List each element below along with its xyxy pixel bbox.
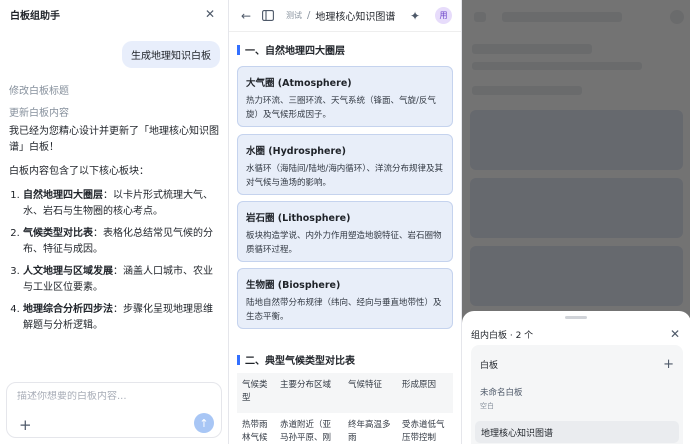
sheet-title: 组内白板 · 2 个 xyxy=(471,330,534,341)
table-cell: 热带雨林气候 xyxy=(242,420,268,443)
avatar[interactable]: 用 xyxy=(435,7,452,24)
table-header: 主要分布区域 xyxy=(275,373,343,413)
card-desc: 热力环流、三圈环流、天气系统（锋面、气旋/反气旋）及气候形成因子。 xyxy=(246,96,436,120)
close-icon[interactable]: ✕ xyxy=(202,6,218,22)
board-item-name: 地理核心知识图谱 xyxy=(481,428,554,439)
plus-icon[interactable]: + xyxy=(19,416,32,434)
sparkle-icon[interactable]: ✦ xyxy=(407,8,423,24)
table-header: 气候特征 xyxy=(343,373,397,413)
section-title: 二、典型气候类型对比表 xyxy=(245,356,355,367)
sidebar-toggle-icon[interactable] xyxy=(260,8,276,24)
table-row: 热带雨林气候 赤道附近（亚马孙平原、刚果盆地） 终年高温多雨 受赤道低气压带控制 xyxy=(237,413,453,444)
answer-list: 自然地理四大圈层：以卡片形式梳理大气、水、岩石与生物圈的核心考点。 气候类型对比… xyxy=(9,188,221,334)
table-header: 气候类型 xyxy=(237,373,275,413)
card-title: 生物圈 (Biosphere) xyxy=(246,280,341,291)
group-header: 白板 + xyxy=(480,357,674,372)
history-item-rename[interactable]: 修改白板标题 xyxy=(9,82,69,97)
user-message: 生成地理知识白板 xyxy=(122,41,220,68)
table-header: 形成原因 xyxy=(397,373,453,413)
assistant-panel: 白板组助手 ✕ 生成地理知识白板 修改白板标题 更新白板内容 我已经为您精心设计… xyxy=(0,0,229,444)
card-title: 大气圈 (Atmosphere) xyxy=(246,78,352,89)
point-head: 人文地理与区域发展 xyxy=(23,266,113,277)
prompt-input[interactable] xyxy=(17,391,207,402)
card-atmosphere[interactable]: 大气圈 (Atmosphere) 热力环流、三圈环流、天气系统（锋面、气旋/反气… xyxy=(237,66,453,127)
breadcrumb-parent[interactable]: 测试 xyxy=(286,10,302,21)
card-title: 水圈 (Hydrosphere) xyxy=(246,146,346,157)
board-sheet: 组内白板 · 2 个 ✕ 白板 + 未命名白板 空白 地理核心知识图谱 xyxy=(462,311,690,444)
board-list-panel: 组内白板 · 2 个 ✕ 白板 + 未命名白板 空白 地理核心知识图谱 xyxy=(461,0,690,444)
card-desc: 板块构造学说、内外力作用塑造地貌特征、岩石圈物质循环过程。 xyxy=(246,231,442,255)
table-cell: 赤道附近（亚马孙平原、刚果盆地） xyxy=(280,420,332,443)
card-title: 岩石圈 (Lithosphere) xyxy=(246,213,351,224)
section-heading: 一、自然地理四大圈层 xyxy=(237,42,345,57)
arrow-up-icon: ↑ xyxy=(199,416,209,430)
answer-intro: 我已经为您精心设计并更新了「地理核心知识图谱」白板！ xyxy=(9,126,219,153)
list-item: 人文地理与区域发展：涵盖人口城市、农业与工业区位要素。 xyxy=(23,264,221,296)
board-item-subtitle: 空白 xyxy=(480,402,494,410)
climate-table: 气候类型 主要分布区域 气候特征 形成原因 热带雨林气候 赤道附近（亚马孙平原、… xyxy=(237,373,453,444)
assistant-answer: 我已经为您精心设计并更新了「地理核心知识图谱」白板！ 白板内容包含了以下核心板块… xyxy=(9,124,221,340)
close-icon[interactable]: ✕ xyxy=(667,326,683,342)
section-accent-bar xyxy=(237,44,240,55)
group-label: 白板 xyxy=(480,361,499,371)
whiteboard-topbar: ← 测试 / 地理核心知识图谱 ✦ 用 xyxy=(229,0,461,32)
answer-lead: 白板内容包含了以下核心板块： xyxy=(9,166,149,177)
card-desc: 陆地自然带分布规律（纬向、经向与垂直地带性）及生态平衡。 xyxy=(246,298,442,322)
add-board-button[interactable]: + xyxy=(663,357,674,372)
sheet-header: 组内白板 · 2 个 ✕ xyxy=(471,326,683,342)
assistant-header: 白板组助手 ✕ xyxy=(0,0,228,28)
board-item-name: 未命名白板 xyxy=(480,388,523,398)
table-cell: 受赤道低气压带控制 xyxy=(402,420,445,443)
board-item[interactable]: 未命名白板 空白 xyxy=(480,386,523,411)
whiteboard-panel: ← 测试 / 地理核心知识图谱 ✦ 用 一、自然地理四大圈层 大气圈 (Atmo… xyxy=(229,0,461,444)
history-item-update[interactable]: 更新白板内容 xyxy=(9,104,69,119)
section-heading: 二、典型气候类型对比表 xyxy=(237,352,355,367)
section-title: 一、自然地理四大圈层 xyxy=(245,46,345,57)
board-title[interactable]: 地理核心知识图谱 xyxy=(315,8,395,23)
list-item: 自然地理四大圈层：以卡片形式梳理大气、水、岩石与生物圈的核心考点。 xyxy=(23,188,221,220)
composer: + ↑ xyxy=(6,382,222,438)
send-button[interactable]: ↑ xyxy=(194,413,214,433)
back-arrow-icon[interactable]: ← xyxy=(238,8,254,24)
card-lithosphere[interactable]: 岩石圈 (Lithosphere) 板块构造学说、内外力作用塑造地貌特征、岩石圈… xyxy=(237,201,453,262)
table-cell: 终年高温多雨 xyxy=(348,420,391,443)
section-accent-bar xyxy=(237,354,240,365)
point-head: 气候类型对比表 xyxy=(23,228,93,239)
card-biosphere[interactable]: 生物圈 (Biosphere) 陆地自然带分布规律（纬向、经向与垂直地带性）及生… xyxy=(237,268,453,329)
point-head: 地理综合分析四步法 xyxy=(23,304,113,315)
card-desc: 水循环（海陆间/陆地/海内循环）、洋流分布规律及其对气候与渔场的影响。 xyxy=(246,164,443,188)
breadcrumb-separator: / xyxy=(307,10,311,21)
drag-handle[interactable] xyxy=(565,316,587,319)
card-hydrosphere[interactable]: 水圈 (Hydrosphere) 水循环（海陆间/陆地/海内循环）、洋流分布规律… xyxy=(237,134,453,195)
board-group: 白板 + 未命名白板 空白 地理核心知识图谱 xyxy=(471,345,683,444)
table-header-row: 气候类型 主要分布区域 气候特征 形成原因 xyxy=(237,373,453,413)
list-item: 地理综合分析四步法：步骤化呈现地理思维解题与分析逻辑。 xyxy=(23,302,221,334)
board-item-selected[interactable]: 地理核心知识图谱 xyxy=(475,421,679,443)
list-item: 气候类型对比表：表格化总结常见气候的分布、特征与成因。 xyxy=(23,226,221,258)
point-head: 自然地理四大圈层 xyxy=(23,190,103,201)
assistant-title: 白板组助手 xyxy=(10,10,60,22)
